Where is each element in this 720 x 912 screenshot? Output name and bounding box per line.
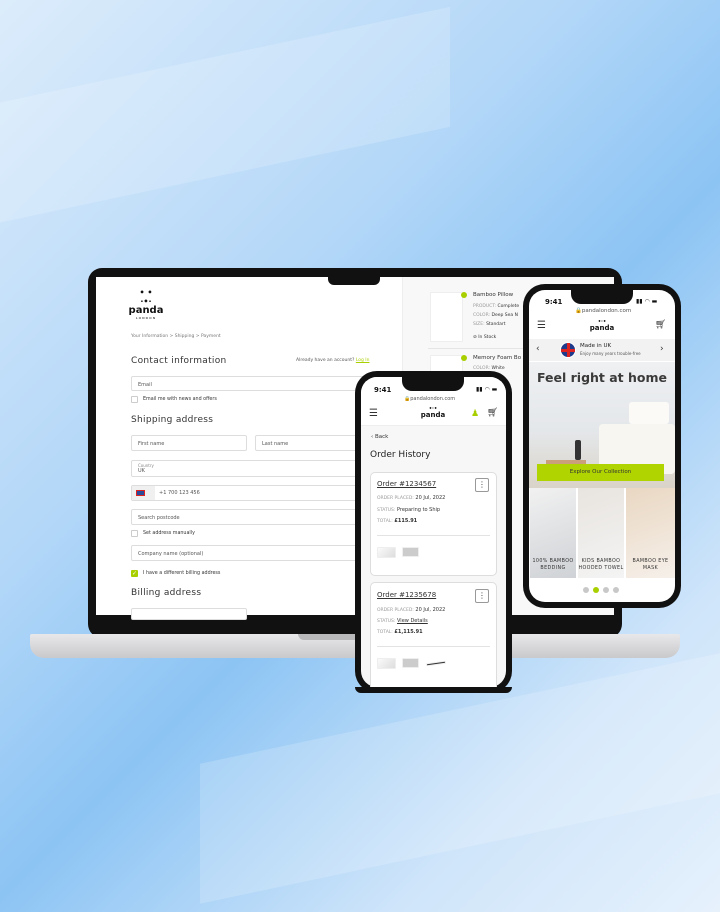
chevron-right-icon[interactable]: › <box>660 344 664 354</box>
flag-uk-icon[interactable] <box>132 486 155 500</box>
item-size: SIZE: Standart <box>473 322 506 327</box>
tile-label: KIDS BAMBOO HOODED TOWEL <box>578 559 624 571</box>
cart-icon[interactable]: 🛒︎ <box>655 320 666 330</box>
shipping-title: Shipping address <box>131 415 214 425</box>
tile-label: BAMBOO EYE MASK <box>632 559 669 571</box>
category-tile-bedding[interactable]: 100% BAMBOO BEDDING <box>530 488 576 578</box>
order-number-link[interactable]: Order #1235678 <box>377 591 436 599</box>
bg-stripe <box>0 6 450 234</box>
carousel-dot[interactable] <box>583 587 589 593</box>
order-menu-button[interactable]: ⋮ <box>475 478 489 492</box>
contact-title: Contact information <box>131 356 227 366</box>
phone-bezel-bottom <box>355 687 512 693</box>
signal-wifi-battery-icon: ▮▮ ◠ ▬ <box>476 386 498 393</box>
product-thumbnail <box>377 547 396 558</box>
panda-logo: •·• panda <box>420 406 446 419</box>
product-image <box>430 292 463 342</box>
quantity-badge <box>461 355 467 361</box>
category-tile-towel[interactable]: KIDS BAMBOO HOODED TOWEL <box>578 488 624 578</box>
phone-field[interactable]: +1 700 123 456 <box>131 485 371 501</box>
tile-label: 100% BAMBOO BEDDING <box>532 559 574 571</box>
item-name: Memory Foam Bo <box>473 355 522 361</box>
product-thumbnail <box>402 547 419 557</box>
order-total: TOTAL: £1,115.91 <box>377 629 423 635</box>
login-link[interactable]: Log In <box>356 358 370 363</box>
billing-title: Billing address <box>131 588 202 598</box>
explore-collection-button[interactable]: Explore Our Collection <box>537 464 664 481</box>
product-thumbnail <box>377 658 396 669</box>
banner-title: Made in UK <box>580 343 612 349</box>
carousel-dot-active[interactable] <box>593 587 599 593</box>
signal-wifi-battery-icon: ▮▮ ◠ ▬ <box>636 298 658 305</box>
page-title: Order History <box>370 450 431 460</box>
check-circle-icon: ⊘ <box>473 335 477 340</box>
hero-title: Feel right at home <box>537 370 667 385</box>
menu-icon[interactable]: ☰ <box>369 408 378 419</box>
order-number-link[interactable]: Order #1234567 <box>377 480 436 488</box>
back-link[interactable]: ‹ Back <box>371 434 388 440</box>
carousel-dot[interactable] <box>603 587 609 593</box>
item-name: Bamboo Pillow <box>473 292 514 298</box>
lock-icon: 🔒 <box>575 308 582 314</box>
status-time: 9:41 <box>374 386 392 394</box>
item-color: COLOR: Deep Sea N <box>473 313 518 318</box>
divider <box>377 646 490 647</box>
last-name-field[interactable]: Last name <box>255 435 371 451</box>
country-select[interactable]: Country UK <box>131 460 371 477</box>
view-details-link[interactable]: View Details <box>397 618 428 624</box>
divider <box>428 348 528 349</box>
category-tile-eye-mask[interactable]: BAMBOO EYE MASK <box>626 488 675 578</box>
order-status: STATUS: View Details <box>377 618 428 624</box>
flag-uk-icon <box>560 342 576 358</box>
order-status: STATUS: Preparing to Ship <box>377 507 441 513</box>
billing-checkbox[interactable]: ✓ <box>131 570 138 577</box>
panda-logo: • • ·•· panda LONDON <box>128 288 164 320</box>
phone-value: +1 700 123 456 <box>159 490 200 496</box>
country-value: UK <box>138 468 145 474</box>
manual-address-label: Set address manually <box>143 531 195 536</box>
account-prompt: Already have an account? Log In <box>296 358 370 363</box>
camera-notch <box>328 268 380 285</box>
panda-logo: •·• panda <box>589 319 615 332</box>
first-name-field[interactable]: First name <box>131 435 247 451</box>
account-icon[interactable]: ♟ <box>471 409 479 419</box>
carousel-dot[interactable] <box>613 587 619 593</box>
billing-checkbox-label: I have a different billing address <box>143 571 221 576</box>
company-field[interactable]: Company name (optional) <box>131 545 371 561</box>
phone-notch <box>571 290 633 304</box>
billing-field[interactable] <box>131 608 247 620</box>
manual-address-checkbox[interactable] <box>131 530 138 537</box>
cart-icon[interactable]: 🛒︎ <box>487 408 498 418</box>
chevron-left-icon[interactable]: ‹ <box>536 344 540 354</box>
stock-status: ⊘ In Stock <box>473 335 497 340</box>
banner-subtitle: Enjoy many years trouble-free <box>580 351 641 356</box>
email-field[interactable]: Email <box>131 376 371 391</box>
menu-icon[interactable]: ☰ <box>537 320 546 331</box>
newsletter-checkbox[interactable] <box>131 396 138 403</box>
order-total: TOTAL: £115.91 <box>377 518 418 524</box>
phone-notch <box>402 377 464 391</box>
divider <box>377 535 490 536</box>
breadcrumb: Your Information > Shipping > Payment <box>131 334 221 339</box>
url-bar: 🔒pandalondon.com <box>575 308 632 314</box>
newsletter-label: Email me with news and offers <box>143 397 217 402</box>
item-product: PRODUCT: Complete <box>473 304 520 309</box>
order-placed: ORDER PLACED: 20 Jul, 2022 <box>377 495 446 501</box>
quantity-badge <box>461 292 467 298</box>
postcode-field[interactable]: Search postcode <box>131 509 371 525</box>
status-time: 9:41 <box>545 298 563 306</box>
url-bar: 🔒pandalondon.com <box>404 396 456 402</box>
order-menu-button[interactable]: ⋮ <box>475 589 489 603</box>
order-placed: ORDER PLACED: 20 Jul, 2022 <box>377 607 446 613</box>
product-thumbnail <box>402 658 419 668</box>
